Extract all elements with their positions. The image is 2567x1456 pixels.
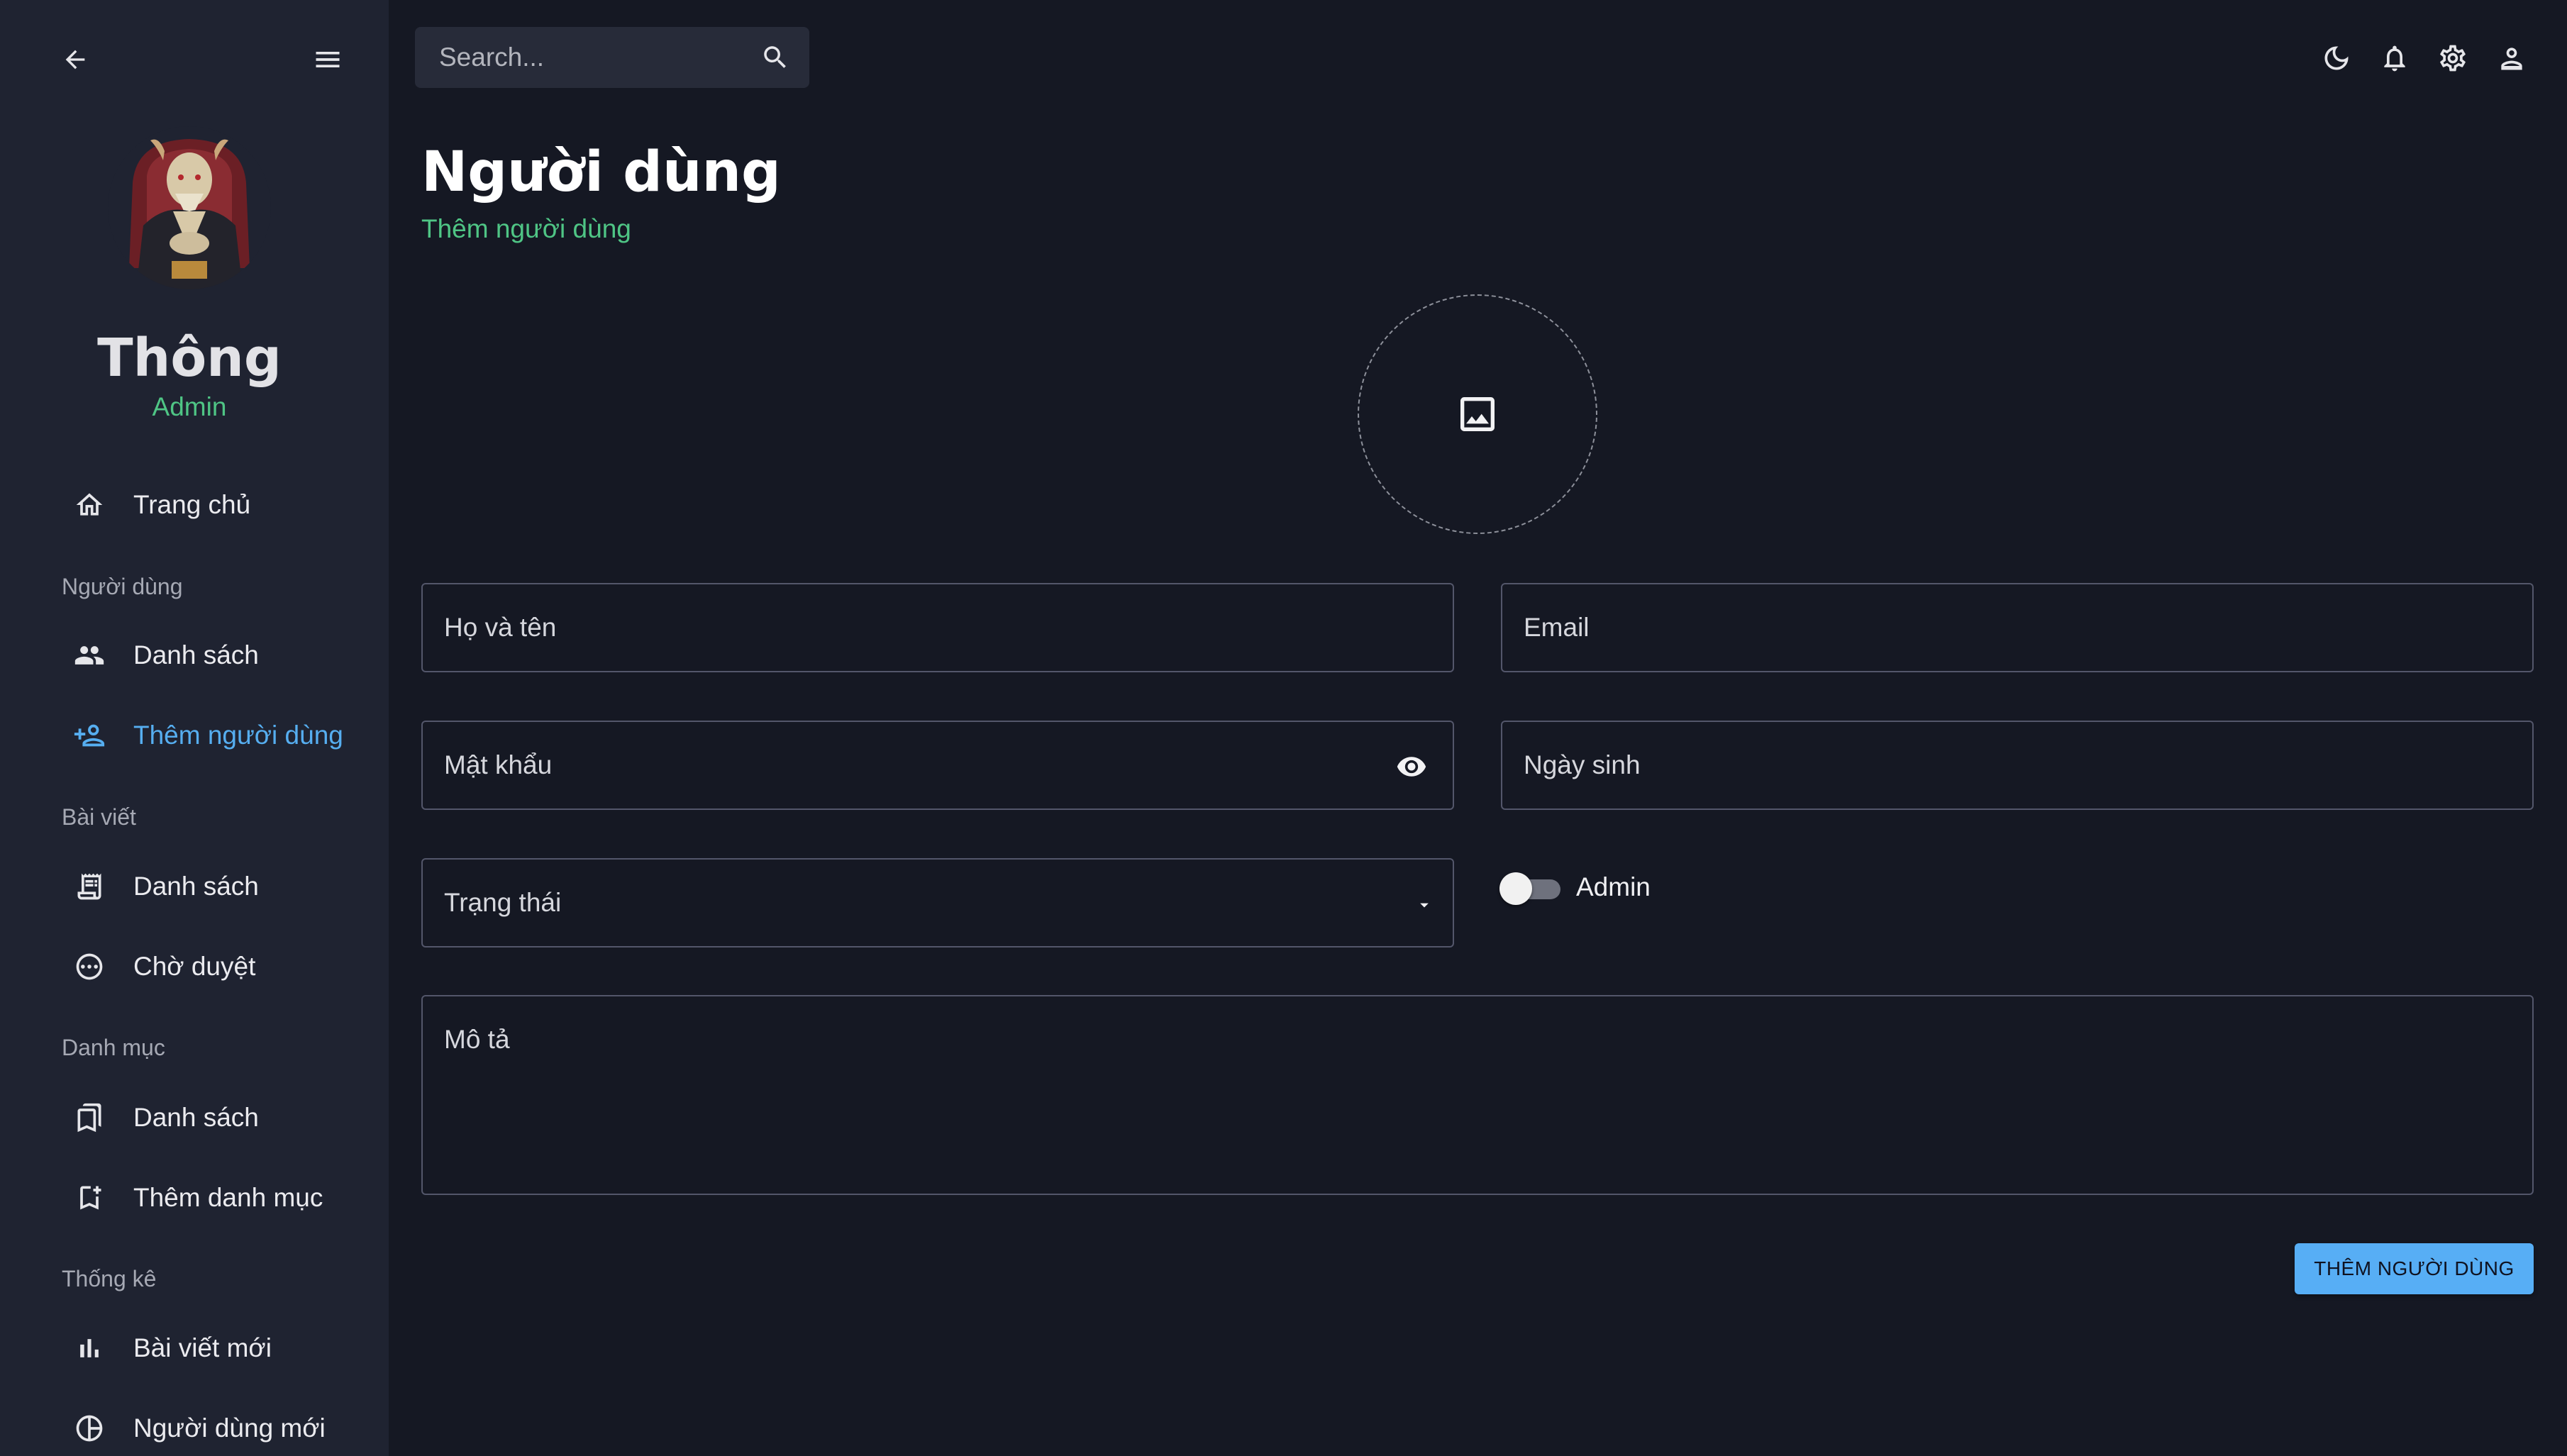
notifications-icon [2384,45,2405,72]
sidebar-item-users-list[interactable]: Danh sách [0,620,389,691]
sidebar-header [0,0,389,117]
people-icon [71,637,108,674]
password-label: Mật khẩu [444,750,553,779]
profile-name: Thông [97,328,282,389]
settings-icon [2440,45,2466,72]
eye-icon [1397,757,1426,777]
add-user-button-label: THÊM NGƯỜI DÙNG [2314,1257,2515,1279]
image-icon [1460,397,1495,431]
sidebar-item-label: Chờ duyệt [133,952,256,981]
sidebar-item-label: Thêm danh mục [133,1183,323,1212]
settings-button[interactable] [2432,37,2474,79]
sidebar: Thông Admin Trang chủ Người dùng Danh sá… [0,0,389,1456]
sidebar-item-label: Người dùng mới [133,1413,326,1443]
full-name-label: Họ và tên [444,613,557,642]
pie-chart-icon [71,1410,108,1447]
sidebar-item-posts-list[interactable]: Danh sách [0,851,389,922]
app-root: Thông Admin Trang chủ Người dùng Danh sá… [0,0,2567,1456]
description-field[interactable]: Mô tả [421,995,2534,1195]
description-label: Mô tả [444,1025,510,1054]
dropdown-arrow-icon [1420,903,1429,908]
sidebar-item-label: Danh sách [133,1103,259,1132]
search-button[interactable] [755,38,795,77]
avatar[interactable] [108,126,271,289]
notifications-button[interactable] [2373,37,2416,79]
search-icon [764,46,786,68]
receipt-icon [71,868,108,905]
add-user-button[interactable]: THÊM NGƯỜI DÙNG [2295,1243,2534,1294]
email-field[interactable]: Email [1501,583,2534,672]
section-label-stats: Thống kê [62,1266,157,1291]
birthday-field[interactable]: Ngày sinh [1501,721,2534,810]
sidebar-item-label: Danh sách [133,640,259,669]
home-icon [71,487,108,523]
page-title: Người dùng [421,140,781,204]
status-label: Trạng thái [444,888,562,917]
toggle-password-visibility[interactable] [1392,747,1431,787]
password-field[interactable]: Mật khẩu [421,721,1454,810]
admin-toggle-label: Admin [1576,872,1651,901]
full-name-field[interactable]: Họ và tên [421,583,1454,672]
profile-role: Admin [152,392,227,421]
bookmarks-icon [71,1099,108,1136]
pending-icon [71,948,108,985]
sidebar-item-label: Thêm người dùng [133,721,343,750]
sidebar-item-add-user[interactable]: Thêm người dùng [0,700,389,771]
back-button[interactable] [55,40,95,79]
sidebar-item-home[interactable]: Trang chủ [0,469,389,540]
sidebar-item-label: Bài viết mới [133,1333,272,1362]
sidebar-item-pending[interactable]: Chờ duyệt [0,931,389,1002]
sidebar-item-label: Danh sách [133,872,259,901]
status-select[interactable]: Trạng thái [421,858,1454,947]
bar-chart-icon [71,1330,108,1367]
dark-mode-icon [2324,46,2349,70]
admin-toggle[interactable] [1499,871,1560,905]
sidebar-item-new-posts[interactable]: Bài viết mới [0,1313,389,1384]
birthday-label: Ngày sinh [1524,750,1641,779]
avatar-upload[interactable] [1358,294,1597,534]
account-button[interactable] [2490,37,2533,79]
menu-icon [316,52,340,67]
toggle-knob [1499,872,1532,905]
avatar-image [108,126,271,289]
dark-mode-button[interactable] [2315,37,2358,79]
sidebar-item-add-category[interactable]: Thêm danh mục [0,1162,389,1233]
menu-button[interactable] [308,40,348,79]
section-label-categories: Danh mục [62,1035,165,1060]
search-box [415,27,809,88]
bookmark-add-icon [71,1179,108,1216]
email-label: Email [1524,613,1590,642]
person-add-icon [71,717,108,754]
section-label-posts: Bài viết [62,804,136,830]
arrow-back-icon [65,50,85,70]
section-label-users: Người dùng [62,574,183,599]
account-icon [2501,48,2522,70]
search-input[interactable] [439,27,737,88]
sidebar-item-categories-list[interactable]: Danh sách [0,1082,389,1153]
page-subtitle: Thêm người dùng [421,214,631,243]
sidebar-item-new-users[interactable]: Người dùng mới [0,1393,389,1456]
sidebar-item-label: Trang chủ [133,490,251,519]
